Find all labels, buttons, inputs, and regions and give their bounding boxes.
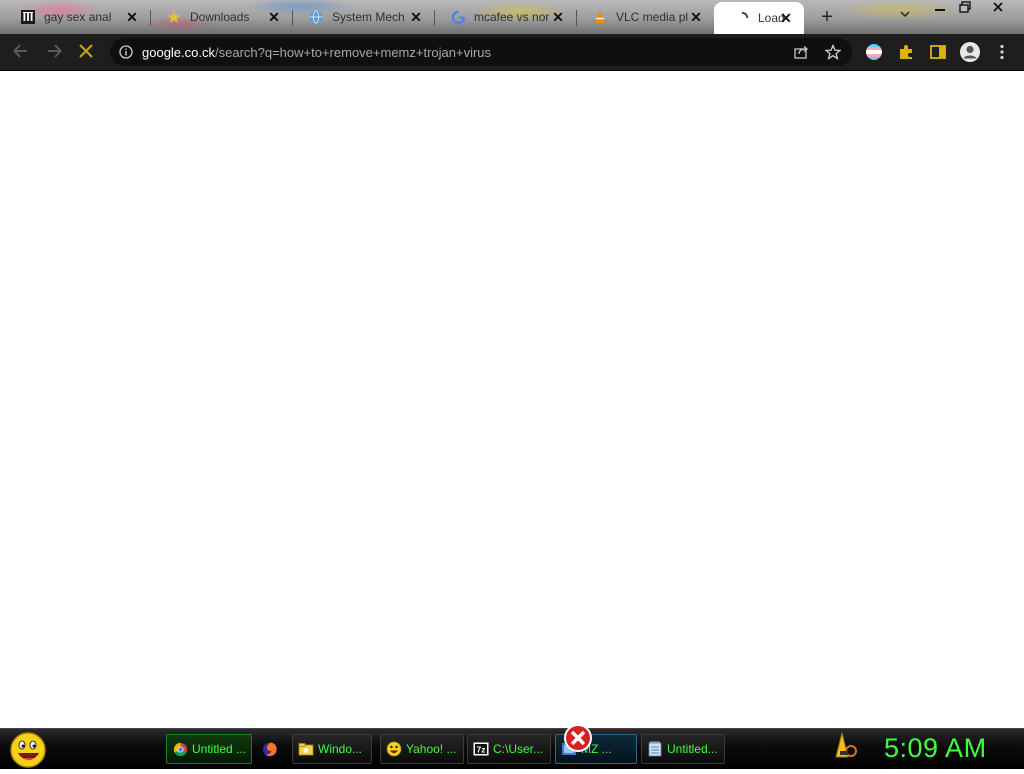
taskbar-button-label: Windo... xyxy=(318,742,363,756)
new-tab-button[interactable]: + xyxy=(816,6,838,28)
url-text: google.co.ck/search?q=how+to+remove+memz… xyxy=(142,45,491,60)
menu-kebab-icon[interactable] xyxy=(995,43,1015,63)
info-icon[interactable] xyxy=(119,45,133,59)
back-button[interactable] xyxy=(11,42,31,62)
tab-3[interactable]: System Mech ✕ xyxy=(288,4,435,30)
taskbar-button-chrome[interactable]: Untitled ... xyxy=(166,734,252,764)
firefox-icon xyxy=(262,741,278,757)
taskbar-button-label: Yahoo! ... xyxy=(406,742,457,756)
tab-5[interactable]: VLC media pl ✕ xyxy=(572,4,714,30)
close-window-button[interactable] xyxy=(983,0,1013,18)
taskbar-button-yahoo[interactable]: Yahoo! ... xyxy=(380,734,464,764)
7zip-icon: 7z xyxy=(473,741,489,757)
chrome-icon xyxy=(172,741,188,757)
share-icon[interactable] xyxy=(792,44,810,62)
tab-4[interactable]: mcafee vs nor ✕ xyxy=(430,4,577,30)
yahoo-messenger-icon xyxy=(386,741,402,757)
taskbar-button-notepad[interactable]: Untitled... xyxy=(641,734,725,764)
taskbar: Untitled ... Windo... Yahoo! ... 7z C:\U… xyxy=(0,724,1024,769)
page-content-area[interactable] xyxy=(0,71,1024,728)
tab-strip: gay sex anal ✕ Downloads ✕ System Mech ✕… xyxy=(0,0,1024,34)
close-icon[interactable]: ✕ xyxy=(124,9,140,25)
extensions-puzzle-icon[interactable] xyxy=(897,43,917,63)
folder-icon xyxy=(298,741,314,757)
forward-button[interactable] xyxy=(44,42,64,62)
stop-loading-button[interactable] xyxy=(76,42,96,62)
tab-2[interactable]: Downloads ✕ xyxy=(146,4,293,30)
address-bar[interactable]: google.co.ck/search?q=how+to+remove+memz… xyxy=(110,38,852,66)
browser-toolbar: google.co.ck/search?q=how+to+remove+memz… xyxy=(0,34,1024,70)
taskbar-button-label: Untitled... xyxy=(667,742,718,756)
notepad-icon xyxy=(647,741,663,757)
taskbar-button-explorer[interactable]: Windo... xyxy=(292,734,372,764)
taskbar-button-label: Untitled ... xyxy=(192,742,247,756)
tab-title: Downloads xyxy=(190,10,250,24)
taskbar-clock[interactable]: 5:09 AM xyxy=(884,733,987,764)
close-icon[interactable]: ✕ xyxy=(778,10,794,26)
close-icon[interactable]: ✕ xyxy=(408,9,424,25)
close-icon[interactable]: ✕ xyxy=(688,9,704,25)
tab-search-icon[interactable] xyxy=(896,8,914,26)
account-avatar-icon[interactable] xyxy=(959,41,980,62)
vlc-icon xyxy=(592,9,608,25)
loading-icon xyxy=(734,10,750,26)
google-icon xyxy=(450,9,466,25)
close-icon[interactable]: ✕ xyxy=(266,9,282,25)
url-host: google.co.ck xyxy=(142,44,215,60)
tab-title: System Mech xyxy=(332,10,405,24)
tab-1[interactable]: gay sex anal ✕ xyxy=(0,4,151,30)
tray-icon[interactable] xyxy=(834,731,860,761)
tab-title: gay sex anal xyxy=(44,10,112,24)
profile-flag-icon[interactable] xyxy=(865,43,885,63)
taskbar-button-label: C:\User... xyxy=(493,742,544,756)
taskbar-button-7zip[interactable]: 7z C:\User... xyxy=(467,734,551,764)
url-path: /search?q=how+to+remove+memz+trojan+viru… xyxy=(215,44,492,60)
star-icon xyxy=(166,9,182,25)
tab-active[interactable]: Load ✕ xyxy=(714,2,804,34)
taskbar-button-firefox[interactable] xyxy=(256,734,288,764)
restore-button[interactable] xyxy=(950,0,980,18)
svg-text:7z: 7z xyxy=(477,745,486,755)
tab-title: mcafee vs nor xyxy=(474,10,550,24)
bookmark-star-icon[interactable] xyxy=(824,43,842,62)
close-icon[interactable]: ✕ xyxy=(550,9,566,25)
error-x-icon xyxy=(563,723,593,753)
globe-icon xyxy=(308,9,324,25)
start-button[interactable] xyxy=(5,729,49,769)
side-panel-icon[interactable] xyxy=(929,43,949,63)
library-icon xyxy=(20,9,36,25)
